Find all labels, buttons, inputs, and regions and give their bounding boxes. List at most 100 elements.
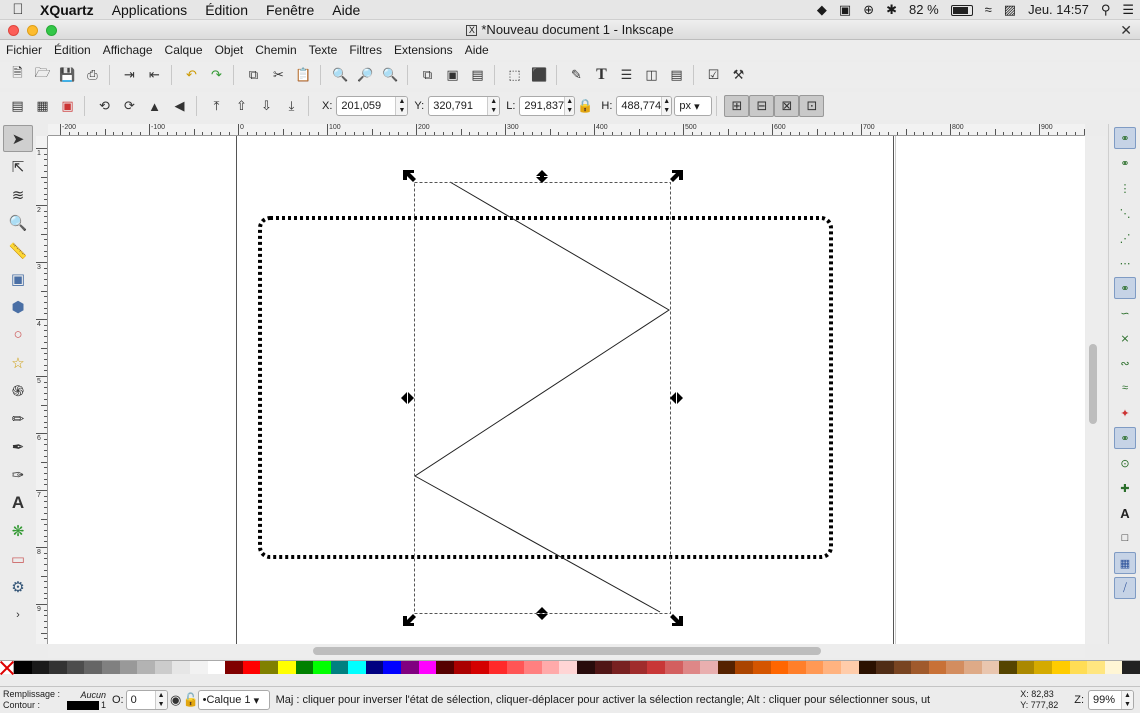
spotlight-icon[interactable]: ⚲ xyxy=(1095,2,1117,18)
canvas[interactable] xyxy=(48,136,1085,644)
zoom-tool-icon[interactable]: 🔍 xyxy=(3,209,33,236)
x-field[interactable]: 201,059 ▲ ▼ xyxy=(336,96,409,116)
opacity-field[interactable]: 0 ▲ ▼ xyxy=(125,690,168,710)
battery-icon[interactable] xyxy=(945,2,979,17)
lock-icon[interactable]: 🔒 xyxy=(575,95,595,117)
open-icon[interactable]: 🗁 xyxy=(30,64,55,86)
palette-swatch[interactable] xyxy=(735,661,753,674)
duplicate-icon[interactable]: ⧉ xyxy=(415,64,440,86)
vertical-scroll-thumb[interactable] xyxy=(1089,344,1097,424)
menubar-aide[interactable]: Aide xyxy=(323,2,369,18)
cut-icon[interactable]: ✂ xyxy=(266,64,291,86)
palette-swatch[interactable] xyxy=(471,661,490,674)
snap-line-midpoints-icon[interactable]: ✦ xyxy=(1114,402,1136,424)
palette-swatch[interactable] xyxy=(14,661,32,674)
palette-swatch[interactable] xyxy=(577,661,595,674)
move-gradients-icon[interactable]: ⊠ xyxy=(774,95,800,117)
spray-tool-icon[interactable]: ❋ xyxy=(3,517,33,544)
handle-top-right[interactable] xyxy=(670,170,683,182)
palette-swatch[interactable] xyxy=(682,661,701,674)
new-document-icon[interactable]: 🗎 xyxy=(5,64,30,86)
snap-page-border-icon[interactable]: □ xyxy=(1114,527,1136,549)
fill-stroke-swatches[interactable]: Aucun 1 xyxy=(66,690,106,710)
star-tool-icon[interactable]: ☆ xyxy=(3,349,33,376)
height-stepper[interactable]: ▲ ▼ xyxy=(661,97,672,115)
deselect-icon[interactable]: ▣ xyxy=(55,95,80,117)
ellipse-tool-icon[interactable]: ○ xyxy=(3,321,33,348)
vertical-ruler[interactable]: 1 2 3 4 5 6 7 8 9 xyxy=(36,136,48,644)
spiral-tool-icon[interactable]: ֍ xyxy=(3,377,33,404)
zoom-selection-icon[interactable]: 🔍 xyxy=(328,64,353,86)
undo-icon[interactable]: ↶ xyxy=(179,64,204,86)
snap-nodes-icon[interactable]: ⚭ xyxy=(1114,277,1136,299)
xml-editor-icon[interactable]: ◫ xyxy=(639,64,664,86)
handle-bottom-right[interactable] xyxy=(670,614,683,626)
rectangle-tool-icon[interactable]: ▣ xyxy=(3,265,33,292)
selector-tool-icon[interactable]: ➤ xyxy=(3,125,33,152)
zoom-field[interactable]: 99% ▲ ▼ xyxy=(1088,690,1134,710)
menubar-applications[interactable]: Applications xyxy=(103,2,197,18)
palette-swatch[interactable] xyxy=(189,661,208,674)
x-stepper[interactable]: ▲ ▼ xyxy=(395,97,408,115)
snap-text-baseline-icon[interactable]: A xyxy=(1114,502,1136,524)
palette-swatch[interactable] xyxy=(277,661,296,674)
menu-affichage[interactable]: Affichage xyxy=(97,43,159,57)
notification-center-icon[interactable]: ☰ xyxy=(1116,2,1140,18)
zoom-window-button[interactable] xyxy=(46,25,57,36)
palette-swatch[interactable] xyxy=(717,661,736,674)
horizontal-scrollbar[interactable] xyxy=(48,644,1085,658)
vertical-scrollbar[interactable] xyxy=(1086,136,1106,644)
palette-swatch[interactable] xyxy=(225,661,243,674)
menu-filtres[interactable]: Filtres xyxy=(343,43,388,57)
clock[interactable]: Jeu. 14:57 xyxy=(1022,2,1095,17)
pencil-tool-icon[interactable]: ✏ xyxy=(3,405,33,432)
export-icon[interactable]: ⇤ xyxy=(142,64,167,86)
palette-swatch[interactable] xyxy=(559,661,577,674)
width-field[interactable]: 291,837 ▲ ▼ xyxy=(519,96,576,116)
menu-edition[interactable]: Édition xyxy=(48,43,97,57)
ungroup-icon[interactable]: ⬛ xyxy=(527,64,552,86)
palette-swatch[interactable] xyxy=(1104,661,1123,674)
palette-swatch[interactable] xyxy=(295,661,314,674)
palette-swatch[interactable] xyxy=(401,661,419,674)
tweak-tool-icon[interactable]: ≋ xyxy=(3,181,33,208)
menu-aide[interactable]: Aide xyxy=(459,43,495,57)
snap-bbox-icon[interactable]: ⚭ xyxy=(1114,152,1136,174)
eraser-tool-icon[interactable]: ▭ xyxy=(3,545,33,572)
palette-swatch[interactable] xyxy=(823,661,841,674)
layers-icon[interactable]: ☰ xyxy=(614,64,639,86)
menubar-app-name[interactable]: XQuartz xyxy=(36,2,103,18)
clone-icon[interactable]: ▣ xyxy=(440,64,465,86)
menu-texte[interactable]: Texte xyxy=(303,43,344,57)
layer-select[interactable]: •Calque 1 ▾ xyxy=(197,690,270,710)
input-source-icon[interactable]: ▨ xyxy=(998,2,1022,18)
scale-stroke-icon[interactable]: ⊞ xyxy=(724,95,750,117)
rotate-ccw-icon[interactable]: ⟲ xyxy=(92,95,117,117)
redo-icon[interactable]: ↷ xyxy=(204,64,229,86)
rotate-cw-icon[interactable]: ⟳ xyxy=(117,95,142,117)
snap-centers-icon[interactable]: ⊙ xyxy=(1114,452,1136,474)
display-icon[interactable]: ▣ xyxy=(833,2,857,18)
paste-icon[interactable]: 📋 xyxy=(291,64,316,86)
paint-bucket-tool-icon[interactable]: ⚙ xyxy=(3,573,33,600)
handle-top-middle[interactable] xyxy=(536,170,548,183)
align-distribute-icon[interactable]: ▤ xyxy=(664,64,689,86)
snap-bbox-midpoints-icon[interactable]: ⋰ xyxy=(1114,227,1136,249)
menu-chemin[interactable]: Chemin xyxy=(249,43,302,57)
fill-stroke-icon[interactable]: ✎ xyxy=(564,64,589,86)
document-properties-icon[interactable]: ☑ xyxy=(701,64,726,86)
palette-swatch[interactable] xyxy=(664,661,683,674)
save-icon[interactable]: 💾 xyxy=(55,64,80,86)
pen-tool-icon[interactable]: ✒ xyxy=(3,433,33,460)
palette-swatch[interactable] xyxy=(1069,661,1088,674)
lower-to-bottom-icon[interactable]: ⤓ xyxy=(279,95,304,117)
palette-swatch[interactable] xyxy=(66,661,85,674)
palette-swatch[interactable] xyxy=(700,661,718,674)
measure-tool-icon[interactable]: 📏 xyxy=(3,237,33,264)
import-icon[interactable]: ⇥ xyxy=(117,64,142,86)
text-font-icon[interactable]: T xyxy=(589,64,614,86)
group-icon[interactable]: ⬚ xyxy=(502,64,527,86)
palette-swatch[interactable] xyxy=(506,661,525,674)
unlink-clone-icon[interactable]: ▤ xyxy=(465,64,490,86)
palette-swatch[interactable] xyxy=(1087,661,1105,674)
